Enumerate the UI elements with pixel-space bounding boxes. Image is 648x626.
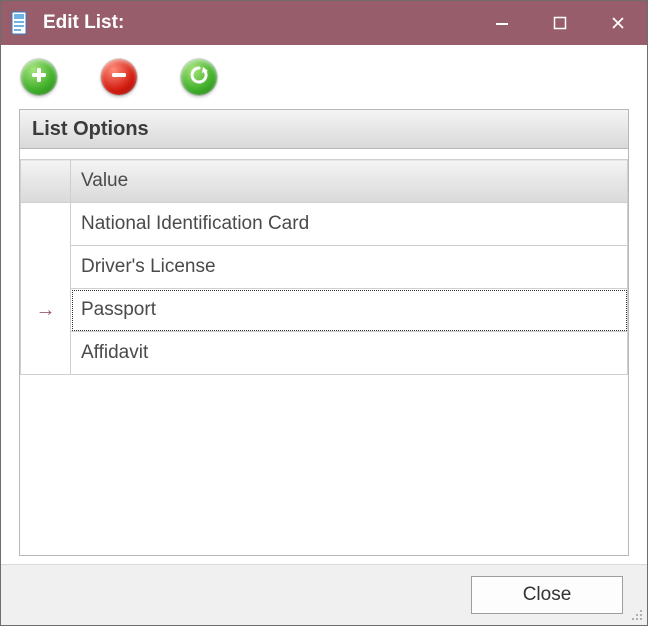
row-value[interactable]: Passport <box>71 289 628 332</box>
maximize-button[interactable] <box>531 1 589 45</box>
grid: Value National Identification CardDriver… <box>20 149 628 555</box>
row-indicator <box>21 246 71 289</box>
close-button[interactable]: Close <box>471 576 623 614</box>
refresh-button[interactable] <box>181 59 217 95</box>
plus-icon <box>30 66 48 89</box>
column-header-value[interactable]: Value <box>71 160 628 203</box>
resize-grip-icon[interactable] <box>629 607 643 621</box>
row-value[interactable]: National Identification Card <box>71 203 628 246</box>
main-area: List Options Value National Identificati… <box>1 109 647 564</box>
close-window-button[interactable] <box>589 1 647 45</box>
remove-button[interactable] <box>101 59 137 95</box>
row-indicator: → <box>21 289 71 332</box>
list-options-panel: List Options Value National Identificati… <box>19 109 629 556</box>
minus-icon <box>110 66 128 89</box>
refresh-icon <box>189 65 209 90</box>
toolbar <box>1 45 647 109</box>
add-button[interactable] <box>21 59 57 95</box>
row-value[interactable]: Affidavit <box>71 332 628 375</box>
panel-title: List Options <box>20 110 628 149</box>
table-row[interactable]: Affidavit <box>21 332 628 375</box>
minimize-button[interactable] <box>473 1 531 45</box>
titlebar: Edit List: <box>1 1 647 45</box>
table-row[interactable]: Driver's License <box>21 246 628 289</box>
row-indicator <box>21 203 71 246</box>
table-row[interactable]: National Identification Card <box>21 203 628 246</box>
window-title: Edit List: <box>43 12 124 34</box>
list-document-icon <box>11 11 31 35</box>
dialog-footer: Close <box>1 564 647 625</box>
row-value[interactable]: Driver's License <box>71 246 628 289</box>
row-indicator <box>21 332 71 375</box>
column-header-indicator[interactable] <box>21 160 71 203</box>
table-row[interactable]: →Passport <box>21 289 628 332</box>
